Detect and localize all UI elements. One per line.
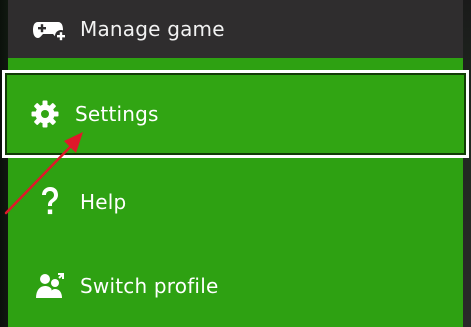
menu-item-label: Settings <box>75 102 159 126</box>
switch-profile-icon <box>30 266 70 306</box>
menu-item-help[interactable]: Help <box>8 160 463 244</box>
menu-item-settings[interactable]: Settings <box>2 70 469 158</box>
menu-item-label: Manage game <box>80 17 225 41</box>
controller-plus-icon <box>30 9 70 49</box>
guide-menu: Manage game Settings Help Switch profile <box>2 0 469 327</box>
menu-item-manage-game[interactable]: Manage game <box>8 0 463 58</box>
menu-item-switch-profile[interactable]: Switch profile <box>8 244 463 327</box>
question-mark-icon <box>30 182 70 222</box>
gear-icon <box>25 94 65 134</box>
menu-item-label: Help <box>80 190 127 214</box>
menu-item-label: Switch profile <box>80 273 219 298</box>
guide-menu-screen: Manage game Settings Help Switch profile <box>0 0 471 327</box>
